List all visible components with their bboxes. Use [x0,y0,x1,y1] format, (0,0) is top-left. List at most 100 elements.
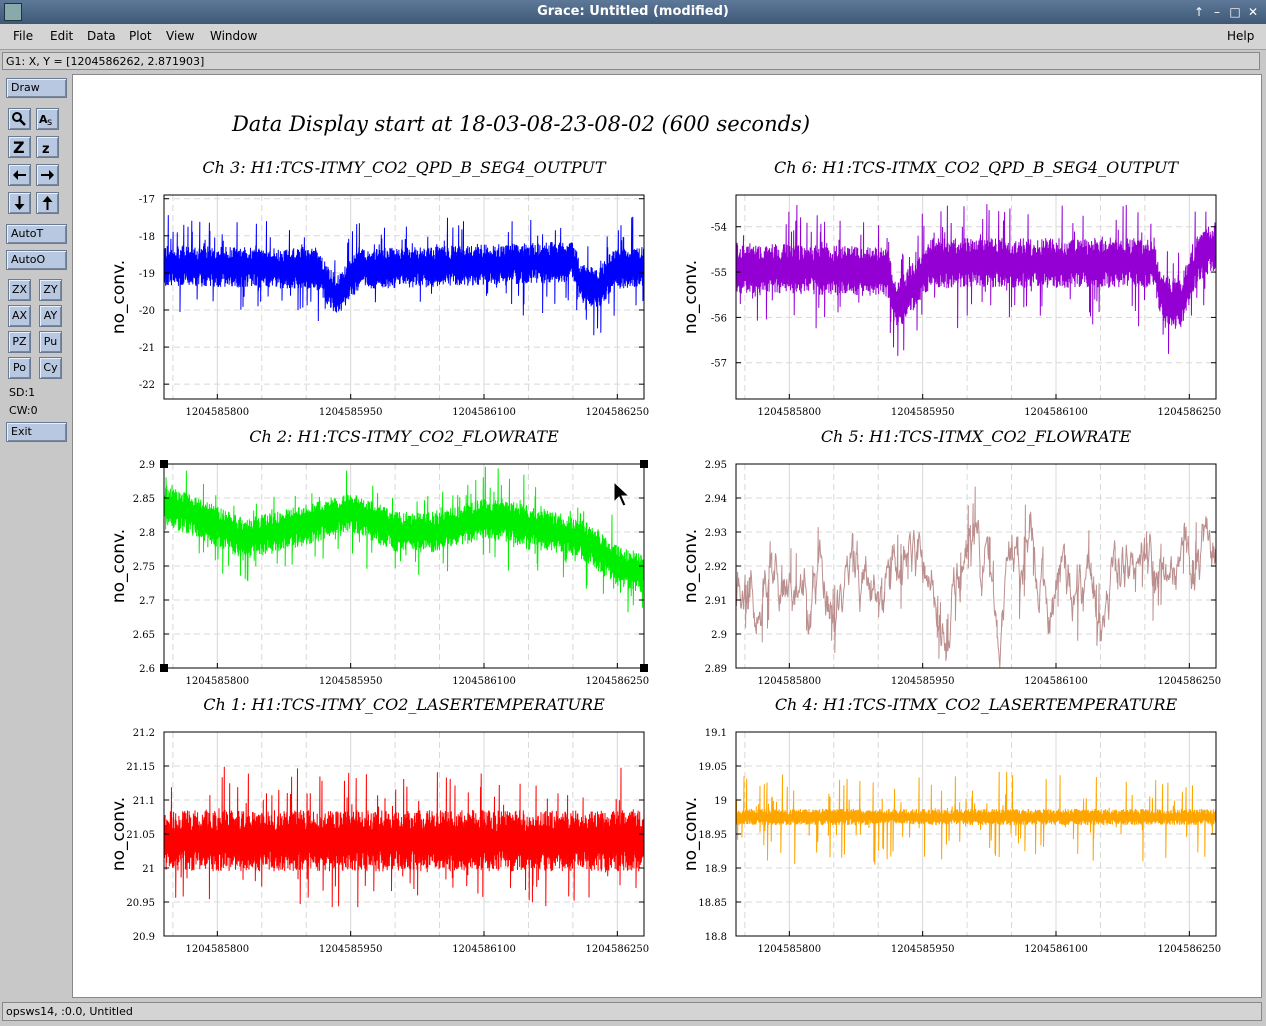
sd-label: SD:1 [9,386,36,399]
series-line [735,486,1217,668]
svg-text:s: s [47,117,52,128]
x-tick-label: 1204585950 [891,944,955,955]
plot-title: Ch 1: H1:TCS-ITMY_CO2_LASERTEMPERATURE [203,695,605,714]
x-tick-label: 1204585950 [319,407,383,418]
zoom-x-icon[interactable]: Z [8,136,31,158]
plot-title: Ch 2: H1:TCS-ITMY_CO2_FLOWRATE [249,427,559,446]
plot-panel[interactable]: Ch 5: H1:TCS-ITMX_CO2_FLOWRATE 2.95 2.94 2.… [681,427,1221,687]
mouse-cursor-icon [613,480,631,507]
y-tick-label: 2.9 [711,630,727,641]
x-tick-label: 1204585800 [186,407,250,418]
y-axis-label: no_conv. [681,529,701,603]
minimize-button[interactable]: – [1208,3,1226,21]
ax-button[interactable]: AX [8,305,31,327]
y-tick-label: -22 [139,380,155,391]
pz-button[interactable]: PZ [8,331,31,353]
y-tick-label: -57 [711,359,727,370]
arrow-down-icon[interactable] [8,192,31,214]
svg-text:Z: Z [13,138,25,157]
y-tick-label: 18.95 [698,830,727,841]
y-tick-label: 2.85 [133,494,155,505]
arrow-up-icon[interactable] [36,192,59,214]
y-tick-label: 21.05 [126,830,155,841]
selection-handle[interactable] [640,664,648,672]
x-tick-label: 1204585950 [891,407,955,418]
autot-button[interactable]: AutoT [6,224,67,244]
graph-canvas[interactable]: Data Display start at 18-03-08-23-08-02 … [72,74,1262,998]
draw-button[interactable]: Draw [6,78,67,98]
zx-button[interactable]: ZX [8,279,31,301]
y-tick-label: 18.8 [705,932,727,943]
arrow-right-icon[interactable] [36,164,59,186]
y-tick-label: 2.89 [705,664,727,675]
y-tick-label: 2.93 [705,528,727,539]
svg-text:z: z [42,142,50,157]
x-tick-label: 1204586250 [1158,407,1222,418]
y-tick-label: 2.91 [705,596,727,607]
title-bar: Grace: Untitled (modified) ↑ – □ ✕ [0,0,1266,24]
pu-button[interactable]: Pu [39,331,62,353]
x-tick-label: 1204585800 [758,676,822,687]
selection-handle[interactable] [160,460,168,468]
plots-svg[interactable]: Data Display start at 18-03-08-23-08-02 … [73,75,1261,997]
shade-button[interactable]: ↑ [1190,3,1208,21]
menu-plot[interactable]: Plot [129,29,152,43]
x-tick-label: 1204586100 [452,944,516,955]
arrow-left-icon[interactable] [8,164,31,186]
menu-help[interactable]: Help [1227,29,1254,43]
maximize-button[interactable]: □ [1226,3,1244,21]
toolbox-panel: Draw As Z z AutoT AutoO ZX ZY AX AY PZ P… [2,74,68,998]
y-tick-label: 2.6 [139,664,155,675]
y-axis-label: no_conv. [109,797,129,871]
menu-view[interactable]: View [166,29,194,43]
y-tick-label: -17 [139,195,155,206]
y-tick-label: -18 [139,232,155,243]
y-tick-label: 21.15 [126,762,155,773]
plot-panel[interactable]: Ch 4: H1:TCS-ITMX_CO2_LASERTEMPERATURE 19… [681,695,1221,955]
plot-panel[interactable]: Ch 2: H1:TCS-ITMY_CO2_FLOWRATE 2.9 2.85 2.8… [109,427,649,687]
magnifier-icon[interactable] [8,108,31,130]
x-tick-label: 1204586100 [452,407,516,418]
x-tick-label: 1204586100 [452,676,516,687]
plot-frame [163,194,645,400]
menu-bar: File Edit Data Plot View Window Help [0,24,1266,50]
coordinate-text: G1: X, Y = [1204586262, 2.871903] [6,55,205,68]
series-line [163,766,645,908]
zoom-y-icon[interactable]: z [36,136,59,158]
y-tick-label: 18.85 [698,898,727,909]
menu-file[interactable]: File [13,29,33,43]
x-tick-label: 1204586250 [1158,676,1222,687]
y-tick-label: -19 [139,269,155,280]
plot-panel[interactable]: Ch 6: H1:TCS-ITMX_CO2_QPD_B_SEG4_OUTPUT -… [681,158,1221,418]
plot-panel[interactable]: Ch 1: H1:TCS-ITMY_CO2_LASERTEMPERATURE 21… [109,695,649,955]
menu-window[interactable]: Window [210,29,257,43]
close-button[interactable]: ✕ [1244,3,1262,21]
y-tick-label: 2.95 [705,460,727,471]
x-tick-label: 1204586250 [586,676,650,687]
text-icon[interactable]: As [36,108,59,130]
y-tick-label: 2.65 [133,630,155,641]
x-tick-label: 1204585950 [319,676,383,687]
po-button[interactable]: Po [8,357,31,379]
x-tick-label: 1204585800 [758,944,822,955]
zy-button[interactable]: ZY [39,279,62,301]
selection-handle[interactable] [640,460,648,468]
plot-panel[interactable]: Ch 3: H1:TCS-ITMY_CO2_QPD_B_SEG4_OUTPUT -… [109,158,649,418]
y-tick-label: 19.1 [705,728,727,739]
cy-button[interactable]: Cy [39,357,62,379]
y-tick-label: 2.7 [139,596,155,607]
x-tick-label: 1204585950 [319,944,383,955]
x-tick-label: 1204586100 [1024,407,1088,418]
exit-button[interactable]: Exit [6,422,67,442]
y-tick-label: 20.9 [133,932,155,943]
selection-handle[interactable] [160,664,168,672]
autoo-button[interactable]: AutoO [6,250,67,270]
menu-edit[interactable]: Edit [50,29,73,43]
plot-title: Ch 6: H1:TCS-ITMX_CO2_QPD_B_SEG4_OUTPUT [774,158,1179,177]
ay-button[interactable]: AY [39,305,62,327]
y-tick-label: 20.95 [126,898,155,909]
menu-data[interactable]: Data [87,29,116,43]
x-tick-label: 1204586250 [1158,944,1222,955]
window-title: Grace: Untitled (modified) [537,4,729,19]
y-axis-label: no_conv. [681,260,701,334]
